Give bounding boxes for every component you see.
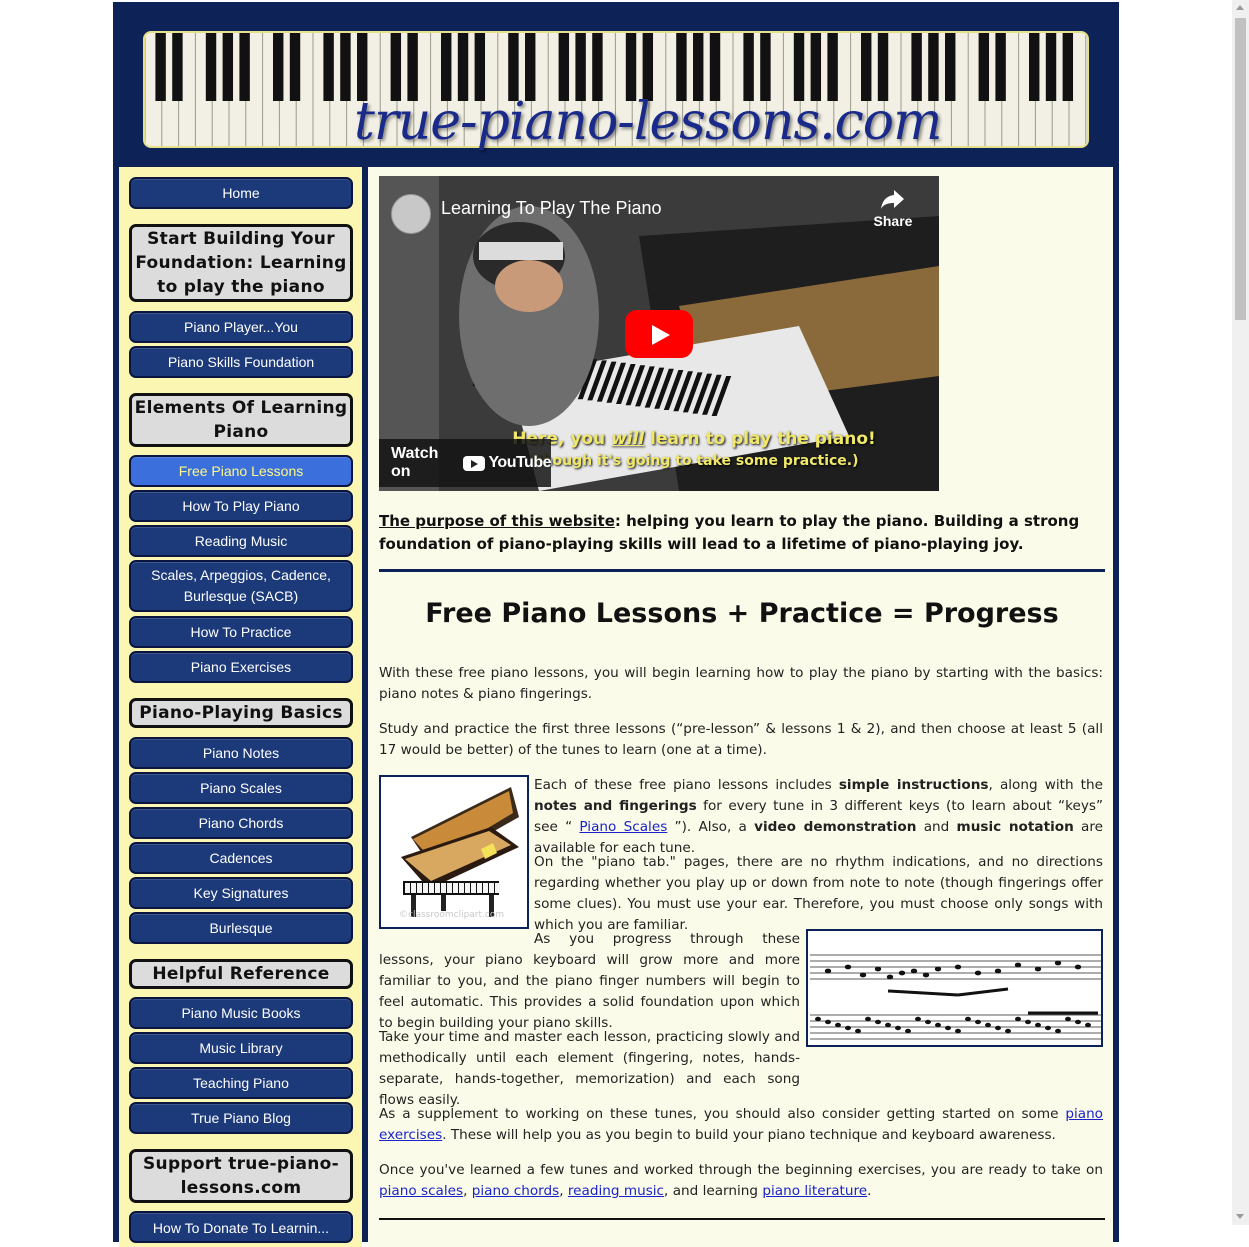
nav-true-piano-blog[interactable]: True Piano Blog (129, 1102, 353, 1134)
scrollbar-thumb[interactable] (1235, 18, 1246, 320)
nav-piano-skills[interactable]: Piano Skills Foundation (129, 346, 353, 378)
link-piano-literature[interactable]: piano literature (762, 1183, 867, 1199)
nav-piano-notes[interactable]: Piano Notes (129, 737, 353, 769)
paragraph-intro: With these free piano lessons, you will … (379, 665, 1103, 702)
page-heading: Free Piano Lessons + Practice = Progress (425, 598, 1059, 629)
video-title[interactable]: Learning To Play The Piano (441, 198, 662, 219)
nav-key-signatures[interactable]: Key Signatures (129, 877, 353, 909)
sheet-music-image (806, 929, 1103, 1047)
nav-burlesque[interactable]: Burlesque (129, 912, 353, 944)
nav-section-elements: Elements Of Learning Piano (129, 393, 353, 447)
paragraph-tab-pages: On the "piano tab." pages, there are no … (534, 854, 1103, 933)
text-bold: simple instructions (838, 777, 989, 793)
nav-piano-player[interactable]: Piano Player...You (129, 311, 353, 343)
nav-reading-music[interactable]: Reading Music (129, 525, 353, 557)
nav-section-foundation: Start Building Your Foundation: Learning… (129, 224, 353, 302)
nav-piano-exercises[interactable]: Piano Exercises (129, 651, 353, 683)
watch-on-label: Watch on (391, 445, 439, 480)
text-run: Each of these free piano lessons include… (534, 777, 839, 793)
nav-home[interactable]: Home (129, 177, 353, 209)
text-run: . (867, 1183, 872, 1199)
text-run: , along with the (988, 777, 1104, 793)
image-watermark: ©classroomclipart.com (399, 910, 504, 920)
scroll-up-icon[interactable] (1236, 5, 1244, 10)
channel-avatar[interactable] (391, 194, 431, 234)
nav-piano-music-books[interactable]: Piano Music Books (129, 997, 353, 1029)
paragraph-includes: Each of these free piano lessons include… (534, 775, 1103, 859)
nav-sacb[interactable]: Scales, Arpeggios, Cadence, Burlesque (S… (129, 560, 353, 612)
paragraph-next-steps: Once you've learned a few tunes and work… (379, 1160, 1103, 1202)
watch-on-youtube[interactable]: Watch on YouTube (379, 439, 551, 487)
site-title[interactable]: true-piano-lessons.com (354, 92, 942, 156)
link-piano-scales[interactable]: Piano Scales (579, 819, 667, 835)
youtube-wordmark: YouTube (488, 454, 551, 471)
text-run: ”). Also, a (667, 819, 755, 835)
text-run: As a supplement to working on these tune… (379, 1106, 1066, 1122)
text-bold: notes and fingerings (534, 798, 697, 814)
text-run: , (559, 1183, 568, 1199)
text-run: , (463, 1183, 472, 1199)
youtube-logo: YouTube (463, 454, 551, 472)
purpose-statement: The purpose of this website: helping you… (379, 510, 1105, 556)
paragraph-study: Study and practice the first three lesso… (379, 721, 1103, 758)
text-bold: music notation (956, 819, 1074, 835)
scroll-down-icon[interactable] (1236, 1214, 1244, 1219)
grand-piano-illustration: ©classroomclipart.com (399, 787, 519, 920)
nav-piano-chords[interactable]: Piano Chords (129, 807, 353, 839)
nav-how-to-practice[interactable]: How To Practice (129, 616, 353, 648)
nav-section-support: Support true-piano-lessons.com (129, 1149, 353, 1203)
text-run: and (916, 819, 957, 835)
paragraph-master: Take your time and master each lesson, p… (379, 1029, 800, 1108)
sheet-music-illustration (810, 954, 1101, 1040)
paragraph-supplement: As a supplement to working on these tune… (379, 1104, 1103, 1146)
grand-piano-image: ©classroomclipart.com (379, 775, 529, 929)
caption-emphasis: will (611, 429, 645, 449)
text-run: , and learning (664, 1183, 763, 1199)
divider-bottom (379, 1218, 1105, 1220)
nav-music-library[interactable]: Music Library (129, 1032, 353, 1064)
play-button[interactable] (625, 310, 693, 358)
share-icon (881, 190, 904, 209)
nav-piano-scales[interactable]: Piano Scales (129, 772, 353, 804)
youtube-icon (463, 455, 486, 471)
link-piano-chords[interactable]: piano chords (472, 1183, 559, 1199)
share-label: Share (873, 213, 913, 229)
divider (379, 569, 1105, 572)
nav-teaching-piano[interactable]: Teaching Piano (129, 1067, 353, 1099)
caption-part: learn to play the piano! (644, 429, 876, 449)
paragraph-progress: As you progress through these lessons, y… (379, 931, 800, 1031)
text-run: . These will help you as you begin to bu… (442, 1127, 1056, 1143)
video-embed[interactable]: Learning To Play The Piano Share Here, y… (379, 176, 939, 491)
text-run: Once you've learned a few tunes and work… (379, 1162, 1103, 1178)
nav-section-basics: Piano-Playing Basics (129, 698, 353, 728)
nav-cadences[interactable]: Cadences (129, 842, 353, 874)
nav-how-to-donate[interactable]: How To Donate To Learnin... (129, 1211, 353, 1243)
nav-section-reference: Helpful Reference (129, 959, 353, 989)
text-bold: video demonstration (754, 819, 917, 835)
link-reading-music[interactable]: reading music (568, 1183, 664, 1199)
share-button[interactable]: Share (873, 188, 913, 229)
nav-how-to-play[interactable]: How To Play Piano (129, 490, 353, 522)
link-piano-scales-2[interactable]: piano scales (379, 1183, 463, 1199)
purpose-lead: The purpose of this website (379, 512, 615, 530)
nav-free-piano-lessons[interactable]: Free Piano Lessons (129, 455, 353, 487)
